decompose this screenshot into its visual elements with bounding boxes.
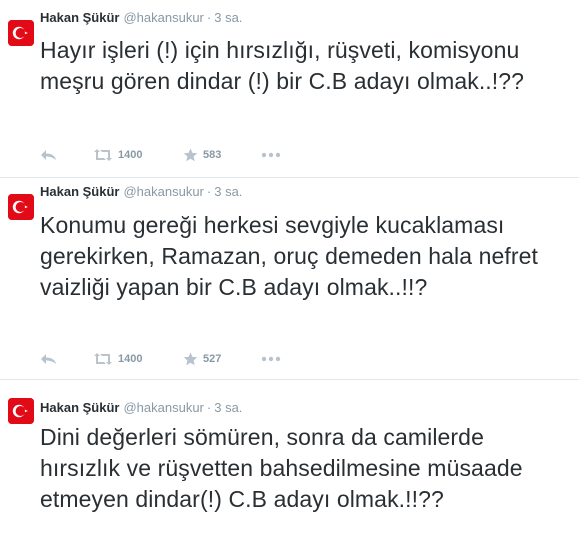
more-button[interactable] xyxy=(261,351,281,367)
separator-dot: · xyxy=(206,10,212,25)
favorite-button[interactable]: 527 xyxy=(183,351,221,367)
author-handle[interactable]: @hakansukur xyxy=(123,184,203,199)
retweet-button[interactable]: 1400 xyxy=(93,351,142,367)
avatar[interactable] xyxy=(8,194,34,220)
tweet-timestamp[interactable]: 3 sa. xyxy=(214,400,242,415)
tweet-timeline: Hakan Şükür @hakansukur · 3 sa. Hayır işler… xyxy=(0,0,579,557)
retweet-count: 1400 xyxy=(118,353,143,365)
tweet-header: Hakan Şükür @hakansukur · 3 sa. xyxy=(40,400,242,416)
retweet-icon xyxy=(94,353,112,365)
turkish-flag-icon xyxy=(8,194,34,220)
more-icon xyxy=(261,152,281,158)
tweet-header: Hakan Şükür @hakansukur · 3 sa. xyxy=(40,10,242,26)
reply-icon xyxy=(41,354,56,364)
separator-dot: · xyxy=(206,400,212,415)
retweet-icon xyxy=(94,149,112,161)
tweet-text: Dini değerleri sömüren, sonra da camiler… xyxy=(40,424,523,512)
tweet[interactable]: Hakan Şükür @hakansukur · 3 sa. Hayır işler… xyxy=(0,0,579,178)
favorite-button[interactable]: 583 xyxy=(183,147,221,163)
more-icon xyxy=(261,356,281,362)
reply-button[interactable] xyxy=(40,147,57,163)
tweet[interactable]: Hakan Şükür @hakansukur · 3 sa. Dini değerl… xyxy=(0,380,579,557)
tweet-timestamp[interactable]: 3 sa. xyxy=(214,184,242,199)
favorite-count: 583 xyxy=(203,149,222,161)
favorite-count: 527 xyxy=(203,353,222,365)
author-handle[interactable]: @hakansukur xyxy=(123,400,203,415)
retweet-count: 1400 xyxy=(118,149,143,161)
tweet[interactable]: Hakan Şükür @hakansukur · 3 sa. Konumu gere… xyxy=(0,178,579,380)
turkish-flag-icon xyxy=(8,398,34,424)
star-icon xyxy=(183,148,198,162)
tweet-text: Konumu gereği herkesi sevgiyle kucaklama… xyxy=(40,212,539,300)
author-handle[interactable]: @hakansukur xyxy=(123,10,203,25)
star-icon xyxy=(183,352,198,366)
turkish-flag-icon xyxy=(8,20,34,46)
tweet-header: Hakan Şükür @hakansukur · 3 sa. xyxy=(40,184,242,200)
avatar[interactable] xyxy=(8,398,34,424)
author-name[interactable]: Hakan Şükür xyxy=(40,184,119,199)
reply-icon xyxy=(41,150,56,160)
tweet-text: Hayır işleri (!) için hırsızlığı, rüşvet… xyxy=(40,37,525,94)
author-name[interactable]: Hakan Şükür xyxy=(40,400,119,415)
tweet-timestamp[interactable]: 3 sa. xyxy=(214,10,242,25)
separator-dot: · xyxy=(206,184,212,199)
reply-button[interactable] xyxy=(40,351,57,367)
avatar[interactable] xyxy=(8,20,34,46)
author-name[interactable]: Hakan Şükür xyxy=(40,10,119,25)
retweet-button[interactable]: 1400 xyxy=(93,147,142,163)
more-button[interactable] xyxy=(261,147,281,163)
